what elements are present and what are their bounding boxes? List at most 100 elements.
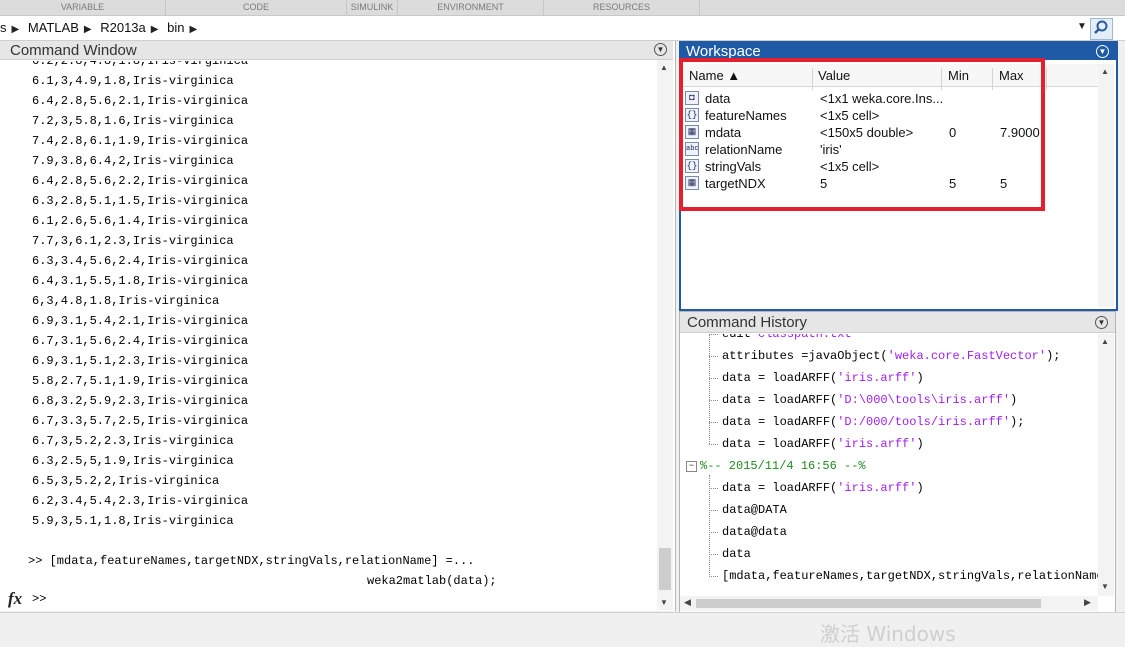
history-code: data@DATA bbox=[722, 503, 787, 517]
collapse-session-icon[interactable]: − bbox=[686, 461, 697, 472]
function-browser-icon[interactable]: fx bbox=[8, 589, 22, 609]
history-entry[interactable]: data@data bbox=[709, 521, 787, 543]
vertical-scrollbar[interactable]: ▲ ▼ bbox=[1098, 334, 1114, 596]
search-button[interactable] bbox=[1090, 18, 1113, 40]
vertical-scrollbar[interactable]: ▲ bbox=[1098, 64, 1114, 307]
tree-guide bbox=[709, 334, 710, 444]
history-entry[interactable]: attributes =javaObject('weka.core.FastVe… bbox=[709, 345, 1060, 367]
command-window[interactable]: Command Window ▼ 6.2,2.8,4.8,1.8,Iris-vi… bbox=[0, 41, 676, 611]
command-line-continuation: weka2matlab(data); bbox=[367, 574, 497, 588]
command-history-titlebar: Command History ▼ bbox=[680, 312, 1115, 333]
history-entry[interactable]: data bbox=[709, 543, 751, 565]
output-line: 6.1,2.6,5.6,1.4,Iris-virginica bbox=[32, 214, 249, 228]
scroll-down-icon[interactable]: ▼ bbox=[660, 598, 668, 607]
scrollbar-thumb[interactable] bbox=[659, 548, 671, 590]
output-line: 7.4,2.8,6.1,1.9,Iris-virginica bbox=[32, 134, 249, 148]
history-code-tail: ) bbox=[916, 371, 924, 385]
tree-connector bbox=[709, 576, 718, 577]
scroll-left-icon[interactable]: ◀ bbox=[684, 597, 691, 608]
output-line: 6.2,3.4,5.4,2.3,Iris-virginica bbox=[32, 494, 249, 508]
output-line: 6.7,3.1,5.6,2.4,Iris-virginica bbox=[32, 334, 249, 348]
history-entry[interactable]: data = loadARFF('iris.arff') bbox=[709, 477, 924, 499]
command-window-title: Command Window bbox=[10, 42, 137, 59]
history-code: attributes =javaObject( bbox=[722, 349, 888, 363]
scroll-up-icon[interactable]: ▲ bbox=[1101, 337, 1109, 346]
current-folder-bar: s ▶ MATLAB ▶ R2013a ▶ bin ▶ ▼ bbox=[0, 16, 1125, 41]
vertical-scrollbar[interactable]: ▲ ▼ bbox=[657, 60, 673, 610]
history-session-header: %-- 2015/11/4 16:56 --% bbox=[700, 459, 866, 473]
history-entry[interactable]: edit classpath.txt bbox=[709, 334, 852, 345]
column-divider[interactable] bbox=[1046, 68, 1047, 90]
history-code: data@data bbox=[722, 525, 787, 539]
output-line: 6.3,2.5,5,1.9,Iris-virginica bbox=[32, 454, 234, 468]
history-entry[interactable]: data = loadARFF('D:\000\tools\iris.arff'… bbox=[709, 389, 1017, 411]
breadcrumb-item[interactable]: R2013a bbox=[100, 20, 146, 35]
breadcrumb: s ▶ MATLAB ▶ R2013a ▶ bin ▶ bbox=[0, 20, 202, 35]
tree-connector bbox=[709, 554, 718, 555]
output-line: 6.9,3.1,5.4,2.1,Iris-virginica bbox=[32, 314, 249, 328]
command-prompt[interactable]: >> bbox=[32, 592, 46, 606]
output-line: 6.4,2.8,5.6,2.1,Iris-virginica bbox=[32, 94, 249, 108]
scrollbar-thumb[interactable] bbox=[696, 599, 1041, 608]
tree-connector bbox=[709, 444, 718, 445]
history-string: 'iris.arff' bbox=[837, 481, 917, 495]
output-line: 6,3,4.8,1.8,Iris-virginica bbox=[32, 294, 220, 308]
panel-actions-icon[interactable]: ▼ bbox=[1095, 316, 1108, 329]
output-line: 6.8,3.2,5.9,2.3,Iris-virginica bbox=[32, 394, 249, 408]
scroll-up-icon[interactable]: ▲ bbox=[1101, 67, 1109, 76]
breadcrumb-separator-icon: ▶ bbox=[150, 24, 159, 35]
command-line: >> [mdata,featureNames,targetNDX,stringV… bbox=[28, 554, 475, 568]
breadcrumb-item[interactable]: bin bbox=[167, 20, 184, 35]
output-line: 6.1,3,4.9,1.8,Iris-virginica bbox=[32, 74, 234, 88]
output-line: 6.4,2.8,5.6,2.2,Iris-virginica bbox=[32, 174, 249, 188]
history-entry[interactable]: data = loadARFF('iris.arff') bbox=[709, 367, 924, 389]
activation-watermark: 激活 Windows bbox=[820, 622, 956, 646]
tree-connector bbox=[709, 378, 718, 379]
toolstrip-section-resources[interactable]: RESOURCES bbox=[544, 0, 700, 15]
history-string: 'iris.arff' bbox=[837, 437, 917, 451]
folder-dropdown-icon[interactable]: ▼ bbox=[1077, 21, 1087, 32]
history-string: 'D:\000\tools\iris.arff' bbox=[837, 393, 1011, 407]
history-code: data = loadARFF( bbox=[722, 437, 838, 451]
tree-connector bbox=[709, 510, 718, 511]
horizontal-scrollbar[interactable]: ◀ ▶ bbox=[680, 596, 1098, 611]
history-string: classpath.txt bbox=[758, 334, 852, 341]
scroll-right-icon[interactable]: ▶ bbox=[1084, 597, 1091, 608]
scroll-down-icon[interactable]: ▼ bbox=[1101, 582, 1109, 591]
panel-actions-icon[interactable]: ▼ bbox=[654, 43, 667, 56]
panel-actions-icon[interactable]: ▼ bbox=[1096, 45, 1109, 58]
scroll-up-icon[interactable]: ▲ bbox=[660, 63, 668, 72]
tree-connector bbox=[709, 356, 718, 357]
command-window-titlebar: Command Window ▼ bbox=[0, 41, 673, 60]
tree-connector bbox=[709, 334, 718, 335]
output-line: 6.4,3.1,5.5,1.8,Iris-virginica bbox=[32, 274, 249, 288]
output-line: 6.9,3.1,5.1,2.3,Iris-virginica bbox=[32, 354, 249, 368]
history-entry[interactable]: [mdata,featureNames,targetNDX,stringVals… bbox=[709, 565, 1098, 587]
toolstrip-section-code[interactable]: CODE bbox=[166, 0, 347, 15]
history-code-tail: ) bbox=[916, 481, 924, 495]
output-line: 5.9,3,5.1,1.8,Iris-virginica bbox=[32, 514, 234, 528]
toolstrip-section-environment[interactable]: ENVIRONMENT bbox=[398, 0, 544, 15]
toolstrip-section-simulink[interactable]: SIMULINK bbox=[347, 0, 398, 15]
history-string: 'weka.core.FastVector' bbox=[887, 349, 1047, 363]
history-entry[interactable]: data@DATA bbox=[709, 499, 787, 521]
breadcrumb-item[interactable]: s bbox=[0, 20, 7, 35]
toolstrip: VARIABLE CODE SIMULINK ENVIRONMENT RESOU… bbox=[0, 0, 1125, 16]
output-line: 7.7,3,6.1,2.3,Iris-virginica bbox=[32, 234, 234, 248]
history-list: edit classpath.txt attributes =javaObject… bbox=[680, 334, 1098, 596]
toolstrip-section-variable[interactable]: VARIABLE bbox=[0, 0, 166, 15]
history-code: data = loadARFF( bbox=[722, 371, 838, 385]
output-line: 5.8,2.7,5.1,1.9,Iris-virginica bbox=[32, 374, 249, 388]
history-entry[interactable]: data = loadARFF('iris.arff') bbox=[709, 433, 924, 455]
output-line: 6.3,3.4,5.6,2.4,Iris-virginica bbox=[32, 254, 249, 268]
search-icon bbox=[1094, 20, 1108, 34]
history-code: [mdata,featureNames,targetNDX,stringVals… bbox=[722, 569, 1098, 583]
command-history-panel[interactable]: Command History ▼ edit classpath.txt attr… bbox=[679, 311, 1116, 613]
breadcrumb-item[interactable]: MATLAB bbox=[28, 20, 79, 35]
history-entry[interactable]: data = loadARFF('D:/000/tools/iris.arff'… bbox=[709, 411, 1024, 433]
breadcrumb-separator-icon: ▶ bbox=[189, 24, 198, 35]
history-code: data = loadARFF( bbox=[722, 393, 838, 407]
tree-guide bbox=[709, 475, 710, 577]
tree-connector bbox=[709, 532, 718, 533]
